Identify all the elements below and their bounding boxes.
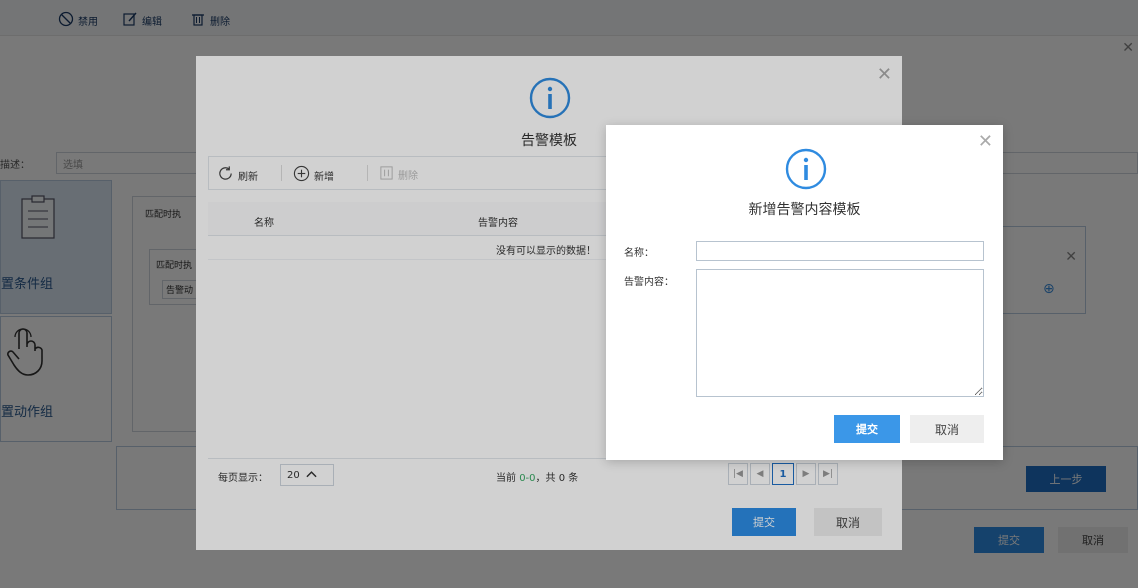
name-input[interactable] — [696, 241, 984, 261]
name-label: 名称： — [624, 248, 654, 259]
modal-title: 新增告警内容模板 — [748, 202, 861, 218]
info-icon — [784, 147, 828, 191]
submit-button[interactable]: 提交 — [834, 415, 900, 443]
content-textarea[interactable] — [696, 269, 984, 397]
close-icon[interactable]: ✕ — [978, 131, 993, 152]
content-label: 告警内容： — [624, 277, 674, 288]
add-template-modal: ✕ 新增告警内容模板 名称： 告警内容： 提交 取消 — [606, 125, 1003, 460]
cancel-button[interactable]: 取消 — [910, 415, 984, 443]
